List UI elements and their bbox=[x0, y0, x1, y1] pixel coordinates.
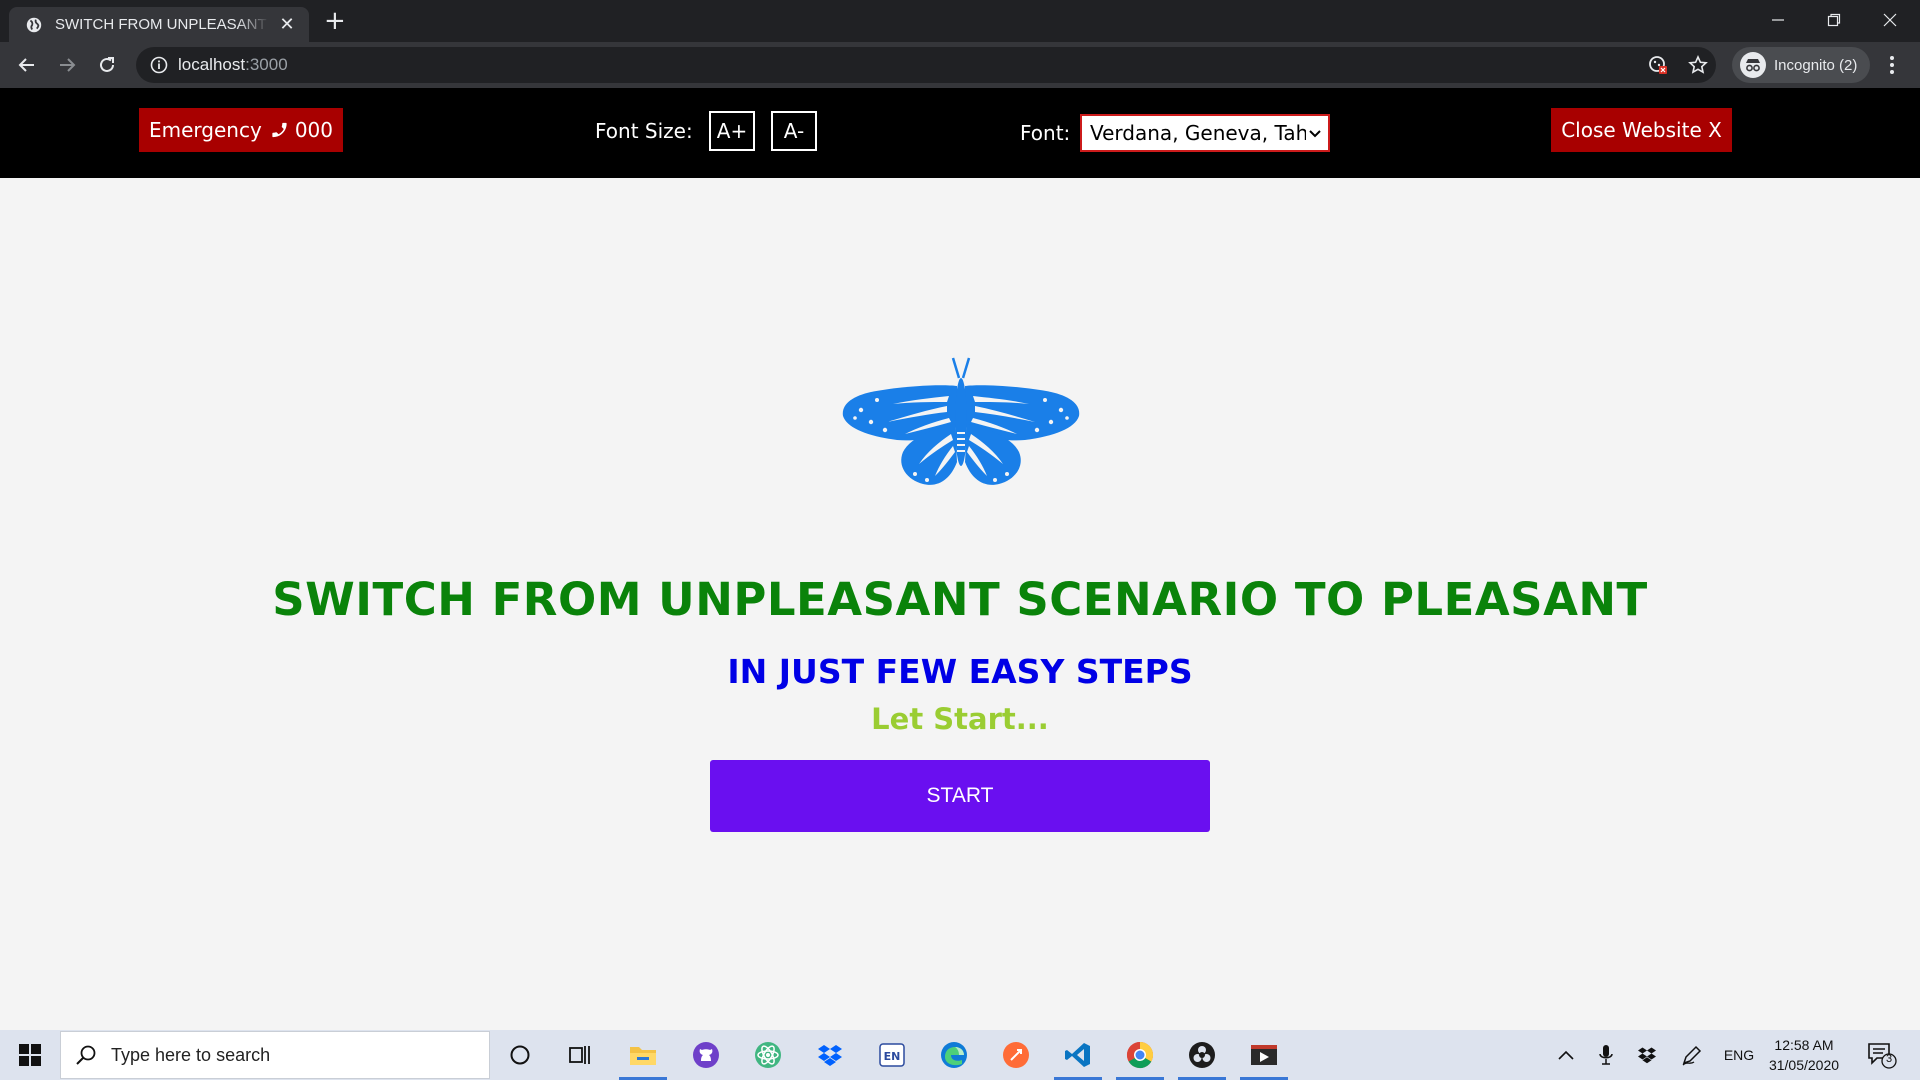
page-subheadline: IN JUST FEW EASY STEPS bbox=[727, 652, 1193, 691]
info-icon[interactable] bbox=[150, 56, 168, 74]
window-close-icon[interactable] bbox=[1862, 0, 1918, 40]
notifications-icon[interactable]: 3 bbox=[1862, 1030, 1902, 1080]
tab-close-icon[interactable]: ✕ bbox=[277, 14, 297, 35]
font-select-value: Verdana, Geneva, Tahoma, sans-serif bbox=[1090, 121, 1306, 145]
language-indicator[interactable]: ENG bbox=[1722, 1030, 1756, 1080]
restore-icon[interactable] bbox=[1806, 0, 1862, 40]
emergency-call-button[interactable]: Emergency 000 bbox=[139, 108, 343, 152]
incognito-label: Incognito (2) bbox=[1774, 56, 1858, 74]
url-text: localhost:3000 bbox=[178, 55, 288, 75]
github-desktop-icon[interactable] bbox=[680, 1030, 732, 1080]
emergency-number: 000 bbox=[294, 118, 333, 142]
clock-time: 12:58 AM bbox=[1774, 1037, 1834, 1053]
windows-taskbar: Type here to search EN ENG 12:58 AM 31/0… bbox=[0, 1030, 1920, 1080]
microphone-icon[interactable] bbox=[1594, 1030, 1618, 1080]
bookmark-star-icon[interactable] bbox=[1688, 55, 1708, 75]
font-label: Font: bbox=[1020, 121, 1071, 145]
increase-font-button[interactable]: A+ bbox=[709, 111, 755, 151]
cortana-icon[interactable] bbox=[494, 1030, 546, 1080]
url-port: :3000 bbox=[245, 55, 288, 74]
font-family-select[interactable]: Verdana, Geneva, Tahoma, sans-serif bbox=[1080, 114, 1330, 152]
blocked-cookies-icon[interactable] bbox=[1648, 55, 1668, 75]
font-size-label: Font Size: bbox=[595, 119, 693, 143]
show-hidden-icons-chevron-icon[interactable] bbox=[1554, 1030, 1578, 1080]
site-header: Emergency 000 Font Size: A+ A- Font: Ver… bbox=[0, 88, 1920, 178]
butterfly-logo bbox=[842, 357, 1080, 485]
vscode-icon[interactable] bbox=[1052, 1030, 1104, 1080]
minimize-icon[interactable] bbox=[1750, 0, 1806, 40]
globe-icon bbox=[26, 17, 42, 32]
incognito-icon bbox=[1740, 52, 1766, 78]
decrease-font-button[interactable]: A- bbox=[771, 111, 817, 151]
notification-count: 3 bbox=[1886, 1053, 1893, 1065]
postman-icon[interactable] bbox=[990, 1030, 1042, 1080]
browser-menu-icon[interactable] bbox=[1882, 54, 1902, 76]
browser-tab-strip: SWITCH FROM UNPLEASANT SCENARIO TO PLEAS… bbox=[0, 0, 1920, 42]
edge-browser-icon[interactable] bbox=[928, 1030, 980, 1080]
phone-icon bbox=[272, 122, 287, 138]
search-placeholder: Type here to search bbox=[111, 1044, 271, 1065]
chevron-down-icon bbox=[1309, 130, 1321, 138]
obs-studio-icon[interactable] bbox=[1176, 1030, 1228, 1080]
pen-workspace-icon[interactable] bbox=[1678, 1030, 1706, 1080]
incognito-indicator[interactable]: Incognito (2) bbox=[1732, 47, 1870, 83]
browser-toolbar: localhost:3000 Incognito (2) bbox=[0, 42, 1920, 88]
clock-date: 31/05/2020 bbox=[1768, 1057, 1840, 1073]
reload-icon[interactable] bbox=[93, 51, 121, 79]
windows-start-icon[interactable] bbox=[0, 1030, 60, 1080]
new-tab-icon[interactable]: + bbox=[324, 8, 346, 34]
taskbar-search-input[interactable]: Type here to search bbox=[60, 1031, 490, 1079]
browser-tab[interactable]: SWITCH FROM UNPLEASANT SCENARIO TO PLEAS… bbox=[9, 7, 309, 42]
chrome-icon[interactable] bbox=[1114, 1030, 1166, 1080]
start-button[interactable]: START bbox=[710, 760, 1210, 832]
language-app-icon[interactable]: EN bbox=[866, 1030, 918, 1080]
svg-text:EN: EN bbox=[884, 1050, 901, 1063]
page-headline: SWITCH FROM UNPLEASANT SCENARIO TO PLEAS… bbox=[272, 573, 1648, 626]
back-icon[interactable] bbox=[13, 51, 41, 79]
taskbar-clock[interactable]: 12:58 AM 31/05/2020 bbox=[1762, 1035, 1846, 1075]
dropbox-icon[interactable] bbox=[804, 1030, 856, 1080]
emergency-label: Emergency bbox=[149, 118, 262, 142]
forward-icon[interactable] bbox=[53, 51, 81, 79]
atom-editor-icon[interactable] bbox=[742, 1030, 794, 1080]
address-bar[interactable]: localhost:3000 bbox=[136, 47, 1716, 83]
language-text: ENG bbox=[1723, 1047, 1755, 1063]
dropbox-tray-icon[interactable] bbox=[1634, 1030, 1660, 1080]
url-host: localhost bbox=[178, 55, 246, 74]
video-editor-icon[interactable] bbox=[1238, 1030, 1290, 1080]
close-website-button[interactable]: Close Website X bbox=[1551, 108, 1732, 152]
lets-start-text: Let Start... bbox=[871, 702, 1049, 736]
tab-title: SWITCH FROM UNPLEASANT SCENARIO TO PLEAS… bbox=[55, 16, 269, 33]
file-explorer-icon[interactable] bbox=[617, 1030, 669, 1080]
task-view-icon[interactable] bbox=[554, 1030, 606, 1080]
search-icon bbox=[76, 1045, 96, 1065]
